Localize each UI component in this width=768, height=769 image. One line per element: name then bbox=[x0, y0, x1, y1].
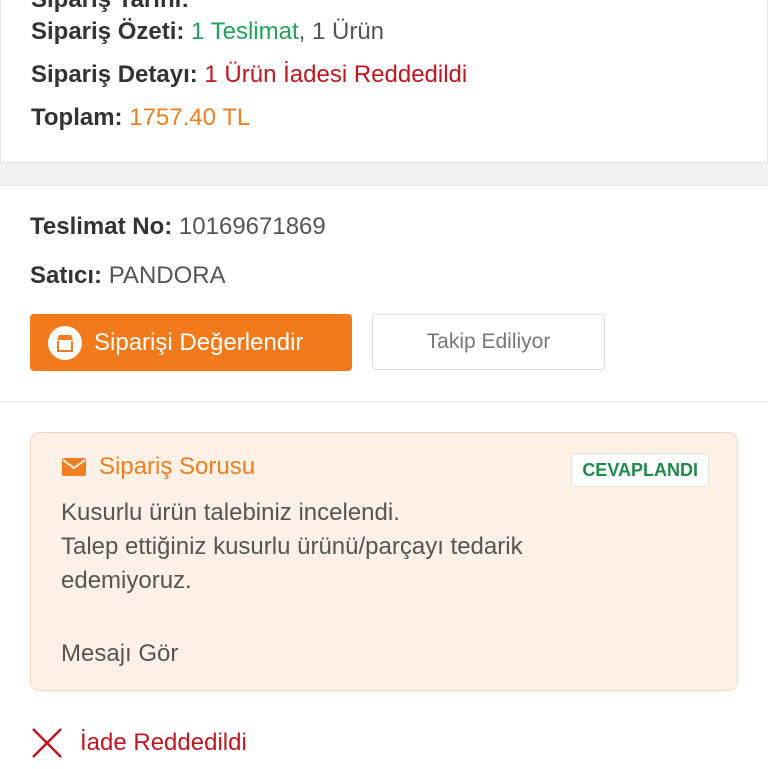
summary-label: Sipariş Özeti: bbox=[31, 18, 185, 45]
detail-value: 1 Ürün İadesi Reddedildi bbox=[204, 61, 468, 88]
delivery-card: Teslimat No: 10169671869 Satıcı: PANDORA… bbox=[0, 185, 768, 769]
total-label: Toplam: bbox=[31, 104, 123, 131]
message-line: Kusurlu ürün talebiniz incelendi. bbox=[61, 499, 400, 526]
following-button[interactable]: Takip Ediliyor bbox=[372, 314, 605, 370]
order-summary-row: Sipariş Özeti: 1 Teslimat, 1 Ürün bbox=[31, 18, 384, 46]
envelope-icon bbox=[61, 457, 87, 477]
view-message-link[interactable]: Mesajı Gör bbox=[61, 640, 178, 668]
seller-row: Satıcı: PANDORA bbox=[30, 262, 226, 290]
order-question-box: Sipariş Sorusu CEVAPLANDI Kusurlu ürün t… bbox=[30, 432, 738, 691]
seller-value: PANDORA bbox=[108, 262, 226, 289]
store-icon bbox=[48, 325, 82, 360]
section-divider bbox=[0, 401, 768, 402]
rate-order-label: Siparişi Değerlendir bbox=[94, 328, 304, 356]
summary-delivery-count: 1 Teslimat bbox=[191, 18, 299, 45]
close-x-icon bbox=[30, 726, 64, 760]
question-title-row: Sipariş Sorusu bbox=[61, 453, 255, 481]
order-total-row: Toplam: 1757.40 TL bbox=[31, 104, 250, 132]
detail-label: Sipariş Detayı: bbox=[31, 61, 198, 88]
order-summary-card: Sipariş Tarihi: Sipariş Özeti: 1 Teslima… bbox=[0, 0, 768, 163]
delivery-number-label: Teslimat No: bbox=[30, 213, 173, 240]
order-date-label: Sipariş Tarihi: bbox=[31, 0, 189, 14]
order-detail-row: Sipariş Detayı: 1 Ürün İadesi Reddedildi bbox=[31, 61, 467, 89]
answered-badge: CEVAPLANDI bbox=[571, 453, 709, 487]
return-status: İade Reddedildi bbox=[30, 726, 247, 760]
delivery-number-row: Teslimat No: 10169671869 bbox=[30, 213, 326, 241]
delivery-number-value: 10169671869 bbox=[178, 213, 326, 240]
seller-label: Satıcı: bbox=[30, 262, 103, 289]
question-title: Sipariş Sorusu bbox=[99, 453, 256, 480]
summary-item-count: 1 Ürün bbox=[305, 18, 385, 45]
question-message: Kusurlu ürün talebiniz incelendi. Talep … bbox=[61, 496, 523, 598]
message-line: Talep ettiğiniz kusurlu ürünü/parçayı te… bbox=[61, 533, 523, 560]
message-line: edemiyoruz. bbox=[61, 567, 192, 594]
total-value: 1757.40 TL bbox=[129, 104, 251, 131]
return-status-label: İade Reddedildi bbox=[80, 729, 247, 756]
rate-order-button[interactable]: Siparişi Değerlendir bbox=[30, 314, 352, 371]
